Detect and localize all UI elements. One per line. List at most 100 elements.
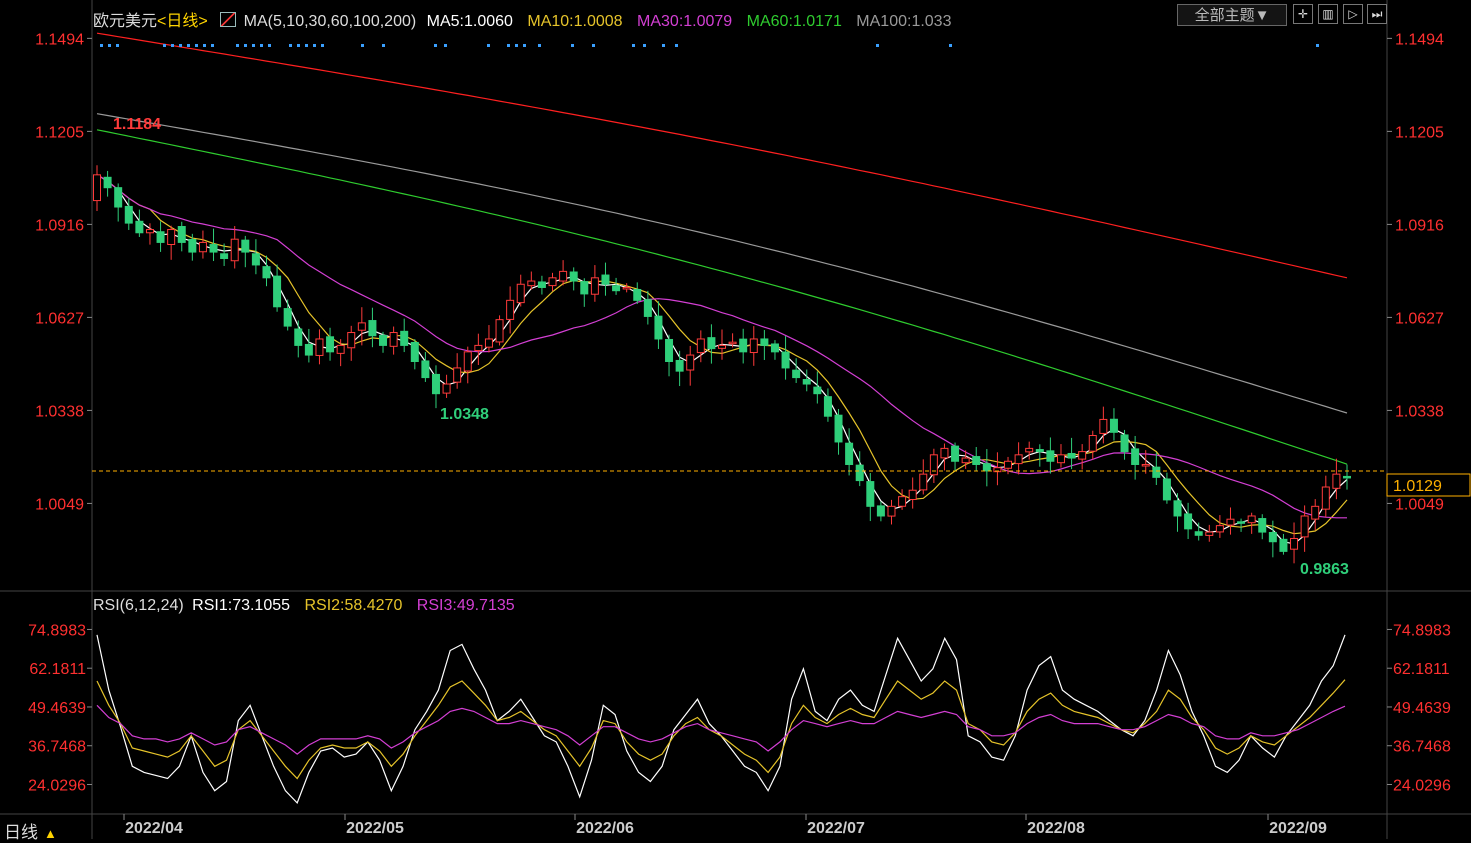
candle-body <box>357 322 366 331</box>
date-tick-label: 2022/06 <box>576 820 634 837</box>
candle-body <box>1088 435 1097 452</box>
signal-dot <box>444 44 447 47</box>
candle-body <box>559 270 568 282</box>
high-annotation: 1.1184 <box>113 116 161 133</box>
rsi-tick-label-left: 24.0296 <box>28 777 86 794</box>
skip-end-icon[interactable]: ⏭ <box>1367 4 1387 24</box>
candle-body <box>781 351 790 369</box>
ma5-value: MA5:1.0060 <box>426 13 513 30</box>
rsi1-value: RSI1:73.1055 <box>192 597 291 614</box>
theme-dropdown-button[interactable]: 全部主题▼ <box>1177 4 1287 26</box>
candle-body <box>739 338 748 353</box>
candle-view-icon[interactable]: ▥ <box>1318 4 1338 24</box>
signal-dot <box>297 44 300 47</box>
candle-body <box>336 344 345 354</box>
candle-body <box>1109 418 1118 433</box>
mid-low-annotation: 1.0348 <box>440 406 489 423</box>
ma10-value: MA10:1.0008 <box>527 13 623 30</box>
date-tick-label: 2022/05 <box>346 820 404 837</box>
candle-body <box>1141 463 1150 467</box>
candle-body <box>654 315 663 340</box>
price-tick-label-left: 1.1205 <box>35 124 84 141</box>
signal-dot <box>571 44 574 47</box>
rsi-tick-label-left: 74.8983 <box>28 622 86 639</box>
price-tick-label-right: 1.0049 <box>1395 496 1444 513</box>
ma100-value: MA100:1.033 <box>856 13 952 30</box>
candle-body <box>1258 518 1267 533</box>
price-tick-label-left: 1.0338 <box>35 403 84 420</box>
candle-body <box>876 505 885 517</box>
candle-body <box>887 505 896 517</box>
candle-body <box>580 281 589 295</box>
candle-body <box>951 445 960 462</box>
candle-body <box>643 299 652 317</box>
candle-body <box>1300 515 1309 538</box>
rsi-label[interactable]: RSI(6,12,24) <box>93 597 184 614</box>
low-annotation: 0.9863 <box>1300 561 1349 578</box>
signal-dot <box>515 44 518 47</box>
signal-dot <box>252 44 255 47</box>
candle-body <box>1014 454 1023 465</box>
signal-dot <box>187 44 190 47</box>
play-forward-icon[interactable]: ▷ <box>1343 4 1363 24</box>
candle-body <box>1184 513 1193 530</box>
rsi3-value: RSI3:49.7135 <box>416 597 515 614</box>
candle-body <box>1056 454 1065 464</box>
candle-body <box>1279 538 1288 552</box>
rsi-tick-label-right: 62.1811 <box>1393 661 1450 678</box>
candle-body <box>1131 448 1140 465</box>
ma100-line <box>96 113 1348 414</box>
candle-body <box>1152 466 1161 478</box>
indicator-icon[interactable] <box>220 12 237 27</box>
price-tick-label-left: 1.0049 <box>35 496 84 513</box>
signal-dot <box>507 44 510 47</box>
signal-dot <box>632 44 635 47</box>
ma-indicator-label[interactable]: MA(5,10,30,60,100,200) <box>244 13 417 30</box>
candlestick-series <box>93 165 1351 564</box>
signal-dot <box>163 44 166 47</box>
candle-body <box>823 396 832 417</box>
candle-body <box>675 359 684 372</box>
candle-body <box>506 299 515 320</box>
candle-body <box>548 277 557 287</box>
candle-body <box>1025 447 1034 453</box>
candle-body <box>1078 451 1087 460</box>
signal-dot <box>268 44 271 47</box>
candle-body <box>1120 434 1129 453</box>
signal-dot <box>434 44 437 47</box>
crosshair-icon[interactable]: ✛ <box>1293 4 1313 24</box>
rsi-tick-label-right: 74.8983 <box>1393 622 1451 639</box>
rsi-tick-label-right: 36.7468 <box>1393 739 1451 756</box>
price-tick-label-left: 1.0916 <box>35 217 84 234</box>
candle-body <box>294 328 303 346</box>
candle-body <box>770 343 779 353</box>
candle-body <box>103 176 112 189</box>
chart-frame <box>0 0 1471 839</box>
period-selector[interactable]: 日线 ▲ <box>4 818 57 843</box>
candle-body <box>198 241 207 253</box>
last-price-label: 1.0129 <box>1393 478 1442 495</box>
signal-dot <box>361 44 364 47</box>
candle-body <box>718 344 726 349</box>
candle-body <box>665 338 674 362</box>
candle-body <box>622 286 631 290</box>
rsi-line-rsi1 <box>96 634 1346 804</box>
candle-body <box>262 266 271 279</box>
candle-body <box>686 354 695 371</box>
rsi-header: RSI(6,12,24) RSI1:73.1055 RSI2:58.4270 R… <box>93 597 515 615</box>
date-tick-label: 2022/04 <box>125 820 183 837</box>
candle-body <box>834 414 843 443</box>
price-tick-label-right: 1.0627 <box>1395 310 1444 327</box>
candle-body <box>474 344 483 352</box>
price-tick-label-left: 1.0627 <box>35 310 84 327</box>
candle-body <box>728 341 737 345</box>
candle-body <box>898 496 907 507</box>
candle-body <box>188 238 197 253</box>
signal-dot <box>487 44 490 47</box>
candle-body <box>145 229 154 234</box>
candle-body <box>368 320 377 337</box>
candle-body <box>124 205 133 224</box>
candle-body <box>315 338 324 356</box>
candle-body <box>1205 531 1214 536</box>
candle-body <box>431 373 440 395</box>
